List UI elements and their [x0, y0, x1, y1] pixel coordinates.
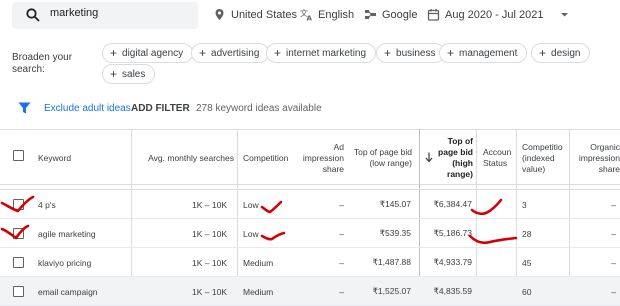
chip-business[interactable]: + business	[376, 43, 446, 63]
location-label: United States	[231, 8, 298, 21]
caret-down-icon	[561, 13, 569, 17]
chip-advertising[interactable]: + advertising	[191, 43, 270, 63]
plus-icon: +	[447, 46, 455, 60]
table-row[interactable]: klaviyo pricing 1K – 10K Medium – ₹1,487…	[0, 248, 620, 277]
chip-sales[interactable]: + sales	[102, 64, 156, 84]
chip-design[interactable]: + design	[531, 43, 591, 63]
organic-share-cell: –	[611, 257, 616, 268]
sort-arrow-down-icon	[425, 152, 433, 162]
network-filter[interactable]: Google	[364, 8, 417, 21]
organic-share-cell: –	[611, 286, 616, 297]
plus-icon: +	[110, 67, 118, 81]
ad-share-cell: –	[339, 286, 344, 297]
chip-internet-marketing[interactable]: + internet marketing	[266, 43, 377, 63]
keyword-cell: klaviyo pricing	[38, 257, 92, 268]
searches-cell: 1K – 10K	[192, 257, 227, 268]
ad-share-cell: –	[339, 199, 344, 210]
select-all-checkbox[interactable]	[13, 150, 24, 161]
language-filter[interactable]: 文 A English	[300, 8, 354, 21]
bid-high-cell: ₹4,933.79	[433, 257, 473, 267]
date-range-label: Aug 2020 - Jul 2021	[445, 8, 544, 21]
plus-icon: +	[274, 46, 282, 60]
keyword-table: Keyword Avg. monthly searches Competitio…	[0, 129, 620, 306]
bid-low-cell: ₹145.07	[379, 199, 411, 209]
chip-label: advertising	[211, 47, 260, 59]
row-checkbox[interactable]	[13, 257, 24, 268]
competition-cell: Medium	[243, 257, 274, 268]
svg-text:A: A	[307, 15, 313, 22]
chip-label: internet marketing	[286, 47, 367, 59]
bid-high-cell: ₹4,835.59	[433, 286, 473, 296]
location-filter[interactable]: United States	[213, 8, 297, 21]
location-pin-icon	[215, 9, 224, 20]
competition-cell: Low	[243, 199, 259, 210]
network-label: Google	[382, 8, 418, 21]
competition-cell: Medium	[243, 286, 274, 297]
chip-digital-agency[interactable]: + digital agency	[102, 43, 194, 63]
network-icon	[365, 10, 376, 19]
row-checkbox[interactable]	[13, 286, 24, 297]
search-icon	[26, 8, 40, 22]
header-competition-indexed[interactable]: Competitio (indexed value)	[522, 130, 566, 186]
bid-high-cell: ₹5,186.73	[433, 228, 473, 238]
plus-icon: +	[199, 46, 207, 60]
searches-cell: 1K – 10K	[192, 199, 227, 210]
header-account-status[interactable]: Accoun Status	[483, 130, 515, 186]
chip-label: digital agency	[122, 47, 184, 59]
competition-indexed-cell: 60	[522, 286, 532, 297]
bid-high-cell: ₹6,384.47	[433, 199, 473, 209]
organic-share-cell: –	[611, 199, 616, 210]
ad-share-cell: –	[339, 257, 344, 268]
table-row[interactable]: email campaign 1K – 10K Medium – ₹1,525.…	[0, 277, 620, 306]
searches-cell: 1K – 10K	[192, 286, 227, 297]
keyword-cell: 4 p's	[38, 199, 56, 210]
header-ad-impression-share[interactable]: Ad impression share	[296, 130, 344, 186]
header-organic-impression-share[interactable]: Organic impression share	[573, 130, 620, 186]
competition-cell: Low	[243, 228, 259, 239]
keyword-count: 278 keyword ideas available	[196, 103, 322, 114]
organic-share-cell: –	[611, 228, 616, 239]
competition-indexed-cell: 3	[522, 199, 527, 210]
table-row[interactable]: agile marketing 1K – 10K Low – ₹539.35 ₹…	[0, 219, 620, 248]
ad-share-cell: –	[339, 228, 344, 239]
header-bid-high[interactable]: Top of page bid (high range)	[436, 130, 473, 186]
keyword-cell: agile marketing	[38, 228, 96, 239]
add-filter-button[interactable]: ADD FILTER	[131, 103, 190, 114]
header-avg-monthly-searches[interactable]: Avg. monthly searches	[138, 130, 234, 186]
filter-icon[interactable]	[18, 102, 31, 114]
keyword-cell: email campaign	[38, 286, 98, 297]
header-bid-low[interactable]: Top of page bid (low range)	[352, 130, 412, 186]
plus-icon: +	[384, 46, 392, 60]
competition-indexed-cell: 28	[522, 228, 532, 239]
row-checkbox[interactable]	[13, 199, 24, 210]
row-checkbox[interactable]	[13, 228, 24, 239]
bid-low-cell: ₹1,525.07	[372, 286, 412, 296]
language-label: English	[318, 8, 355, 21]
chip-label: business	[396, 47, 436, 59]
search-input[interactable]	[50, 7, 190, 19]
competition-indexed-cell: 45	[522, 257, 532, 268]
plus-icon: +	[539, 46, 547, 60]
translate-icon: 文 A	[300, 8, 313, 21]
searches-cell: 1K – 10K	[192, 228, 227, 239]
broaden-label: Broaden your search:	[12, 52, 73, 75]
table-header: Keyword Avg. monthly searches Competitio…	[0, 129, 620, 185]
header-keyword[interactable]: Keyword	[38, 130, 128, 186]
bid-low-cell: ₹1,487.88	[372, 257, 412, 267]
date-range-filter[interactable]: Aug 2020 - Jul 2021	[427, 8, 571, 21]
chip-label: design	[551, 47, 581, 59]
table-row[interactable]: 4 p's 1K – 10K Low – ₹145.07 ₹6,384.47 3…	[0, 190, 620, 219]
calendar-icon	[427, 9, 440, 21]
bid-low-cell: ₹539.35	[379, 228, 411, 238]
chip-management[interactable]: + management	[439, 43, 528, 63]
plus-icon: +	[110, 46, 118, 60]
search-bar[interactable]	[12, 2, 198, 29]
exclude-adult-ideas-link[interactable]: Exclude adult ideas	[44, 103, 131, 114]
chip-label: sales	[122, 68, 146, 80]
header-competition[interactable]: Competition	[243, 130, 299, 186]
chip-label: management	[459, 47, 518, 59]
